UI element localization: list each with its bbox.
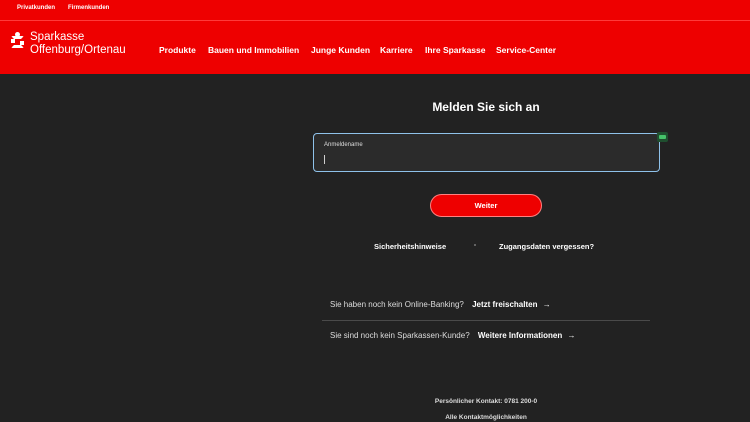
forgot-credentials-link[interactable]: Zugangsdaten vergessen? (499, 242, 594, 251)
nav-item-junge-kunden[interactable]: Junge Kunden (311, 45, 370, 55)
username-field[interactable]: Anmeldename (313, 133, 660, 172)
nav-item-service-center[interactable]: Service-Center (496, 45, 556, 55)
weiter-button[interactable]: Weiter (430, 194, 542, 217)
register-online-banking-text: Sie haben noch kein Online-Banking? (330, 300, 464, 309)
brand-name-line2: Offenburg/Ortenau (30, 44, 126, 56)
username-input[interactable] (323, 153, 643, 165)
nav-item-bauen-und-immobilien[interactable]: Bauen und Immobilien (208, 45, 299, 55)
sparkasse-s-icon (11, 32, 25, 50)
segment-privatkunden-link[interactable]: Privatkunden (17, 5, 55, 11)
all-contacts-link[interactable]: Alle Kontaktmöglichkeiten (313, 414, 659, 421)
arrow-right-icon: → (542, 300, 551, 309)
link-separator (474, 244, 476, 246)
segment-bar: Privatkunden Firmenkunden (0, 0, 750, 21)
brand-logo-link[interactable]: Sparkasse Offenburg/Ortenau (11, 31, 126, 57)
nav-item-ihre-sparkasse[interactable]: Ihre Sparkasse (425, 45, 485, 55)
username-label: Anmeldename (324, 142, 363, 148)
jetzt-freischalten-link[interactable]: Jetzt freischalten (472, 300, 537, 309)
segment-firmenkunden-link[interactable]: Firmenkunden (68, 5, 109, 11)
security-hints-link[interactable]: Sicherheitshinweise (374, 242, 446, 251)
rows-divider (322, 320, 650, 321)
brand-name-line1: Sparkasse (30, 31, 85, 43)
register-online-banking-row: Sie haben noch kein Online-Banking? Jetz… (330, 300, 551, 309)
password-manager-icon[interactable] (657, 132, 668, 142)
login-title: Melden Sie sich an (432, 100, 540, 114)
new-customer-text: Sie sind noch kein Sparkassen-Kunde? (330, 331, 470, 340)
brand-name: Sparkasse Offenburg/Ortenau (30, 31, 126, 57)
nav-item-karriere[interactable]: Karriere (380, 45, 413, 55)
main-header: Sparkasse Offenburg/Ortenau Produkte Bau… (0, 21, 750, 74)
personal-contact-text: Persönlicher Kontakt: 0781 200-0 (434, 398, 538, 405)
arrow-right-icon: → (567, 331, 576, 340)
nav-item-produkte[interactable]: Produkte (159, 45, 196, 55)
weitere-informationen-link[interactable]: Weitere Informationen (478, 331, 562, 340)
new-customer-row: Sie sind noch kein Sparkassen-Kunde? Wei… (330, 331, 575, 340)
